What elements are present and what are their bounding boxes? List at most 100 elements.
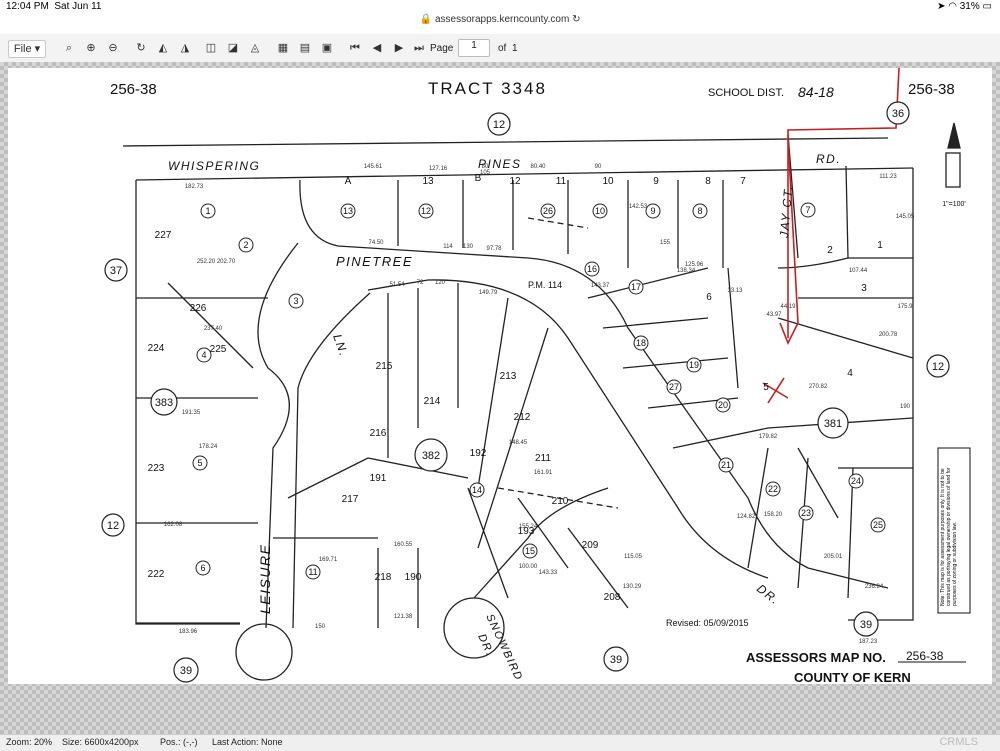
dimension-label: 111.23 — [879, 174, 897, 180]
lot-number: 12 — [421, 206, 431, 216]
status-date: Sat Jun 11 — [54, 1, 102, 12]
grid-icon[interactable]: ▦ — [276, 40, 290, 56]
rotate-icon[interactable]: ↻ — [134, 40, 148, 56]
circled-number: 12 — [107, 520, 119, 532]
pinetree-street-edge — [367, 279, 769, 579]
dimension-label: 236.24 — [865, 584, 884, 590]
dimension-label: 175.9 — [897, 304, 913, 310]
dimension-label: 190 — [900, 404, 911, 410]
lot-number: 218 — [375, 572, 392, 583]
lot-number: 210 — [552, 496, 569, 507]
lot-number: 26 — [543, 206, 553, 216]
lot-number: 226 — [190, 303, 207, 314]
device-status-bar: 12:04 PM Sat Jun 11 ➤ ◠ 31% ▭ — [0, 0, 1000, 14]
highlight-icon[interactable]: ◪ — [226, 40, 240, 56]
dimension-label: 169.71 — [319, 557, 338, 563]
dimension-label: 90 — [595, 164, 602, 170]
viewer-status-bar: Zoom: 20% Size: 6600x4200px Pos.: (-,-) … — [0, 734, 1000, 751]
dimension-label: 80.40 — [530, 164, 546, 170]
dimension-label: 44.19 — [780, 304, 796, 310]
lot-number: 9 — [650, 206, 655, 216]
dimension-label: 179.82 — [759, 434, 778, 440]
dimension-label: 127.16 — [429, 166, 448, 172]
tract-title: TRACT 3348 — [428, 79, 547, 98]
street-label: P.M. 114 — [528, 280, 562, 290]
last-page-icon[interactable]: ⏭ — [412, 40, 426, 56]
zoom-out-icon[interactable]: ⊖ — [106, 40, 120, 56]
dimension-label: 145.05 — [896, 214, 915, 220]
flip-icon[interactable]: ◭ — [156, 40, 170, 56]
dimension-label: 97.78 — [486, 246, 502, 252]
dimension-label: 115.05 — [624, 554, 643, 560]
lot-number: 10 — [595, 206, 605, 216]
battery-icon: ▭ — [982, 1, 992, 12]
lot-number: 5 — [763, 382, 769, 393]
prev-page-icon[interactable]: ◀ — [370, 40, 384, 56]
lot-number: 216 — [370, 428, 387, 439]
map-disclaimer-note: Note: This map is for assessment purpose… — [940, 467, 958, 606]
split-view-icon[interactable]: ◫ — [204, 40, 218, 56]
next-page-icon[interactable]: ▶ — [392, 40, 406, 56]
lot-number: 7 — [805, 205, 810, 215]
page-number-input[interactable]: 1 — [458, 39, 490, 57]
leisure-lane-edge — [292, 292, 371, 629]
dimension-label: 155.24 — [519, 524, 538, 530]
watermark: CRMLS — [939, 736, 978, 748]
school-district-value: 84-18 — [798, 84, 834, 100]
thumbnails-icon[interactable]: ▤ — [298, 40, 312, 56]
print-icon[interactable]: ▣ — [320, 40, 334, 56]
circled-number: 39 — [610, 654, 622, 666]
lot-number: 4 — [847, 368, 853, 379]
street-label: PINETREE — [336, 254, 413, 269]
status-time: 12:04 PM — [6, 1, 49, 12]
document-viewer[interactable]: 12 36 37 383 382 381 12 12 39 39 39 256-… — [0, 62, 1000, 734]
lot-number: 16 — [587, 264, 597, 274]
lot-number: 212 — [514, 412, 531, 423]
assessor-map-sheet: 12 36 37 383 382 381 12 12 39 39 39 256-… — [8, 68, 992, 684]
dimension-label: 142.53 — [629, 204, 648, 210]
dimension-label: 143.33 — [539, 570, 558, 576]
circled-number: 12 — [932, 361, 944, 373]
lot-number: 1 — [205, 206, 210, 216]
circled-number: 39 — [860, 619, 872, 631]
lot-number: 213 — [500, 371, 517, 382]
reload-icon[interactable]: ↻ — [572, 14, 580, 25]
wifi-icon: ◠ — [948, 1, 957, 12]
dimension-label: 155 — [660, 240, 671, 246]
dimension-label: 150 — [315, 624, 326, 630]
zoom-readout: Zoom: 20% — [6, 737, 53, 747]
dimension-label: 158.20 — [764, 512, 783, 518]
dimension-label: 107.44 — [849, 268, 868, 274]
dimension-label: 237.40 — [204, 326, 223, 332]
dimension-label: 160.55 — [394, 542, 413, 548]
lot-number: 5 — [197, 458, 202, 468]
battery-level: 31% — [959, 1, 980, 12]
image-size-readout: Size: 6600x4200px — [62, 737, 139, 747]
scale-label: 1"=100' — [942, 201, 965, 208]
lot-number: 11 — [556, 176, 567, 187]
page-total: 1 — [512, 43, 518, 54]
zoom-in-icon[interactable]: ⊕ — [84, 40, 98, 56]
url-text: assessorapps.kerncounty.com — [434, 14, 570, 25]
lot-number: 223 — [148, 463, 165, 474]
lot-number: 214 — [424, 396, 441, 407]
lot-number: 217 — [342, 494, 359, 505]
lot-number: 9 — [653, 176, 659, 187]
file-menu-button[interactable]: File ▾ — [8, 40, 46, 58]
lot-number: 8 — [697, 206, 702, 216]
address-bar[interactable]: 🔒 assessorapps.kerncounty.com ↻ — [0, 14, 1000, 32]
mirror-icon[interactable]: ◮ — [178, 40, 192, 56]
first-page-icon[interactable]: ⏮ — [348, 40, 362, 56]
lot-number: 1 — [877, 240, 883, 251]
boundary-line — [848, 168, 914, 621]
map-number-right: 256-38 — [908, 81, 955, 98]
dimension-label: 120 — [435, 280, 446, 286]
measure-icon[interactable]: ◬ — [248, 40, 262, 56]
dimension-label: 130.29 — [623, 584, 642, 590]
dimension-label: 205.01 — [824, 554, 843, 560]
circled-number: 383 — [155, 397, 173, 409]
lot-number: A — [345, 176, 352, 187]
search-icon[interactable]: ⌕ — [62, 40, 76, 56]
lot-number: 4 — [201, 350, 206, 360]
dimension-label: 183.96 — [179, 629, 198, 635]
